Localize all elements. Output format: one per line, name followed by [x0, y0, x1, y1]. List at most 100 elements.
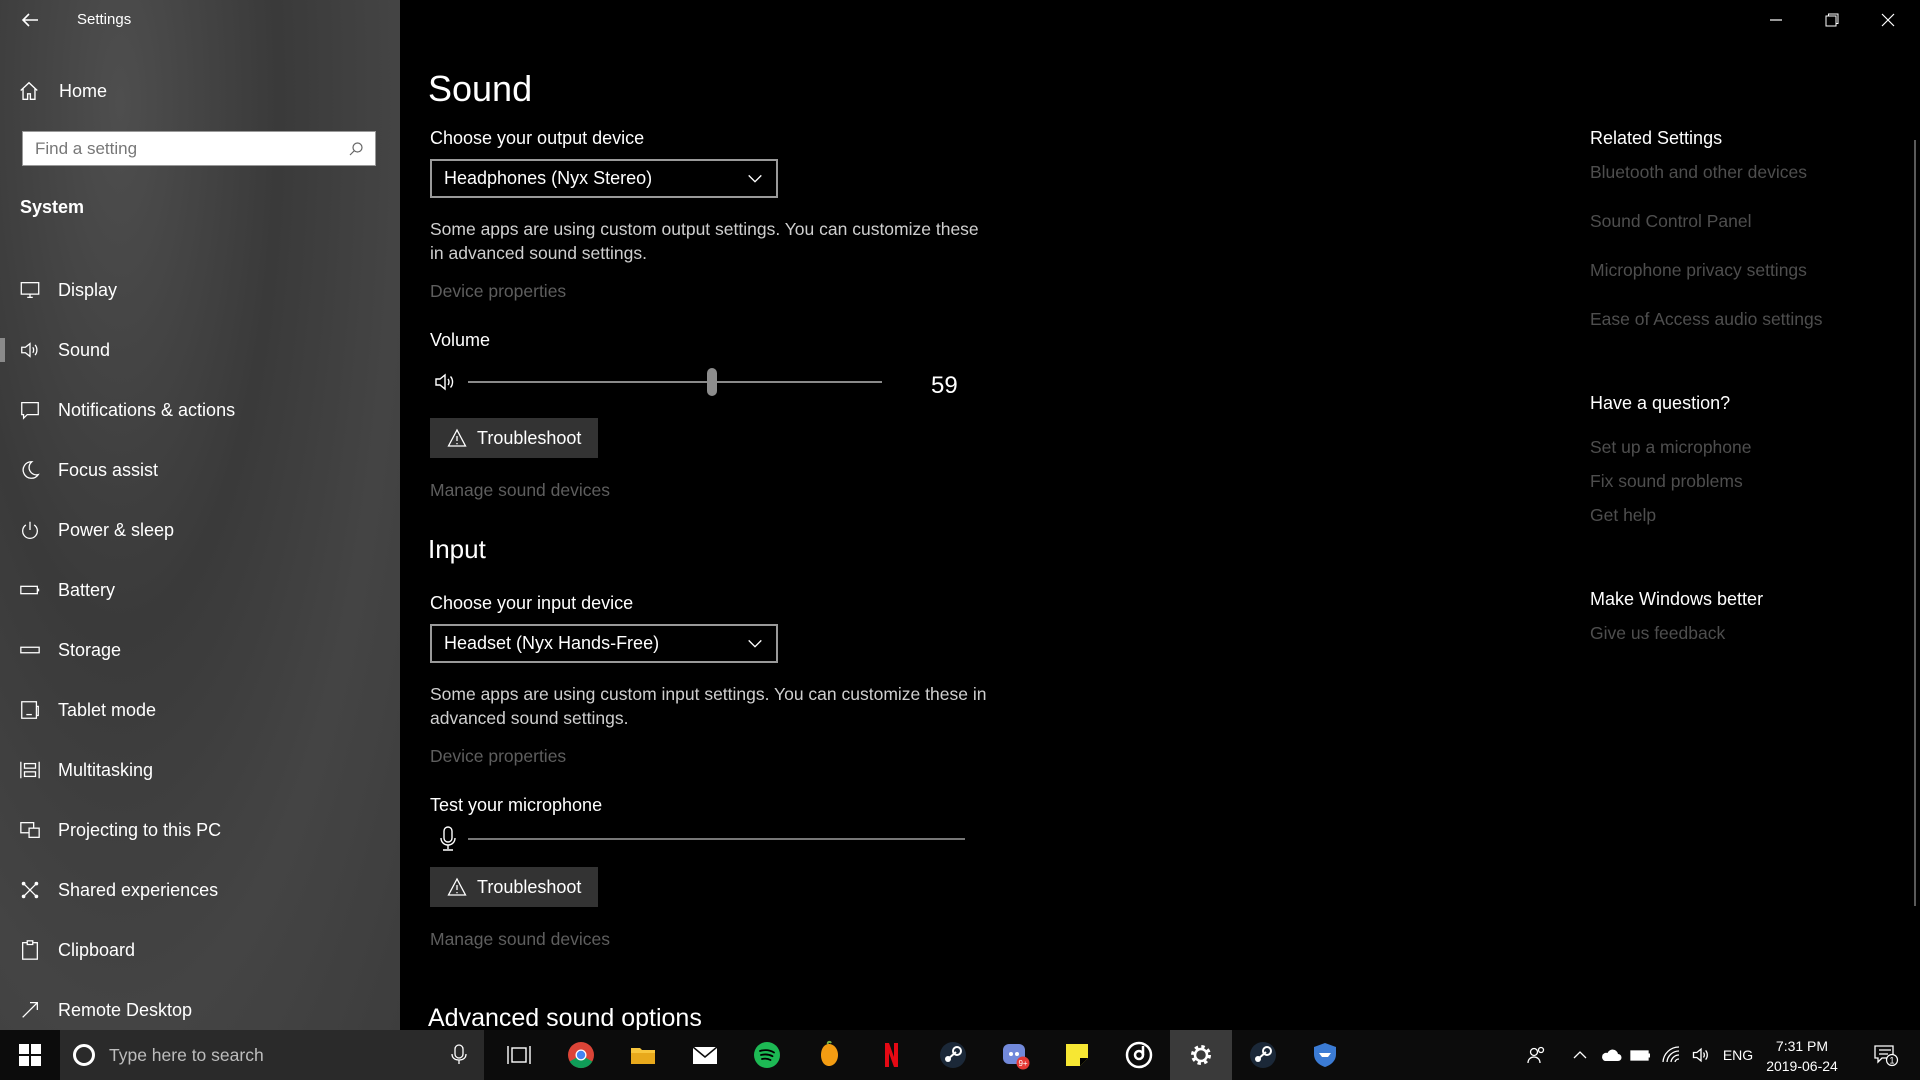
fl-studio-app[interactable]: [798, 1030, 860, 1080]
volume-speaker-icon[interactable]: [433, 370, 457, 394]
chrome-app[interactable]: [550, 1030, 612, 1080]
output-troubleshoot-button[interactable]: Troubleshoot: [430, 418, 598, 458]
sidebar-item-storage[interactable]: Storage: [0, 620, 400, 680]
clipboard-icon: [19, 939, 41, 961]
sidebar-item-label: Multitasking: [58, 759, 154, 780]
minimize-button[interactable]: [1748, 0, 1804, 40]
settings-app[interactable]: [1170, 1030, 1232, 1080]
chevron-up-icon: [1573, 1051, 1587, 1059]
sidebar-item-display[interactable]: Display: [0, 260, 400, 320]
input-language-indicator[interactable]: ENG: [1718, 1030, 1758, 1080]
people-button[interactable]: [1520, 1030, 1554, 1080]
clock[interactable]: 7:31 PM 2019-06-24: [1754, 1036, 1850, 1076]
feedback-link[interactable]: Give us feedback: [1590, 623, 1725, 644]
related-link-sound-control-panel[interactable]: Sound Control Panel: [1590, 211, 1752, 232]
microphone-icon[interactable]: [450, 1044, 468, 1066]
spotify-app[interactable]: [736, 1030, 798, 1080]
battery-tray[interactable]: [1627, 1030, 1655, 1080]
display-icon: [19, 279, 41, 301]
sidebar-item-focus-assist[interactable]: Focus assist: [0, 440, 400, 500]
find-setting-search[interactable]: [22, 131, 376, 166]
steam-app[interactable]: [922, 1030, 984, 1080]
sticky-notes-app[interactable]: [1046, 1030, 1108, 1080]
sidebar-nav: Display Sound Notifications & actions Fo…: [0, 260, 400, 1040]
output-description: Some apps are using custom output settin…: [430, 219, 979, 263]
back-button[interactable]: [18, 8, 42, 32]
sidebar-item-label: Focus assist: [58, 459, 159, 480]
volume-value: 59: [931, 372, 958, 399]
microphone-level-bar: [468, 838, 965, 840]
microphone-icon: [440, 826, 456, 851]
chevron-down-icon: [748, 639, 762, 648]
restore-button[interactable]: [1804, 0, 1860, 40]
output-manage-devices-link[interactable]: Manage sound devices: [430, 480, 610, 501]
close-button[interactable]: [1860, 0, 1916, 40]
steam-app-2[interactable]: [1232, 1030, 1294, 1080]
sidebar-item-sound[interactable]: Sound: [0, 320, 400, 380]
warning-icon: [447, 428, 467, 447]
sidebar-item-power-sleep[interactable]: Power & sleep: [0, 500, 400, 560]
shield-app[interactable]: [1294, 1030, 1356, 1080]
wifi-icon: [1662, 1046, 1680, 1063]
warning-icon: [447, 877, 467, 896]
window-title: Settings: [77, 11, 132, 28]
help-link-fix-sound[interactable]: Fix sound problems: [1590, 471, 1743, 492]
sidebar-item-battery[interactable]: Battery: [0, 560, 400, 620]
sidebar-item-label: Remote Desktop: [58, 999, 193, 1020]
file-explorer-app[interactable]: [612, 1030, 674, 1080]
start-button[interactable]: [0, 1030, 60, 1080]
netflix-app[interactable]: [860, 1030, 922, 1080]
input-troubleshoot-button[interactable]: Troubleshoot: [430, 867, 598, 907]
taskbar-search-placeholder: Type here to search: [109, 1044, 264, 1065]
task-view-button[interactable]: [488, 1030, 550, 1080]
show-hidden-icons-button[interactable]: [1567, 1030, 1593, 1080]
network-tray[interactable]: [1657, 1030, 1685, 1080]
search-icon: [349, 141, 363, 155]
input-device-properties-link[interactable]: Device properties: [430, 746, 566, 767]
sidebar-item-projecting[interactable]: Projecting to this PC: [0, 800, 400, 860]
tablet-icon: [19, 699, 41, 721]
battery-icon: [19, 579, 41, 601]
sidebar-item-clipboard[interactable]: Clipboard: [0, 920, 400, 980]
main-content: Sound Choose your output device Headphon…: [400, 0, 1920, 1032]
notification-count: 1: [1889, 1056, 1894, 1066]
search-input[interactable]: [23, 137, 347, 160]
cortana-icon: [73, 1044, 95, 1066]
sidebar-item-multitasking[interactable]: Multitasking: [0, 740, 400, 800]
mail-app[interactable]: [674, 1030, 736, 1080]
input-heading: Input: [428, 534, 486, 564]
onedrive-tray[interactable]: [1597, 1030, 1625, 1080]
groove-music-app[interactable]: [1108, 1030, 1170, 1080]
help-link-setup-microphone[interactable]: Set up a microphone: [1590, 437, 1752, 458]
discord-app[interactable]: 9+: [984, 1030, 1046, 1080]
home-link[interactable]: Home: [18, 79, 107, 103]
scrollbar[interactable]: [1914, 140, 1916, 906]
input-device-label: Choose your input device: [430, 593, 634, 613]
related-link-bluetooth[interactable]: Bluetooth and other devices: [1590, 162, 1807, 183]
netflix-icon: [885, 1043, 898, 1067]
volume-slider-track[interactable]: [468, 381, 882, 383]
test-microphone-label: Test your microphone: [430, 795, 603, 815]
shield-icon: [1314, 1043, 1336, 1067]
spotify-icon: [754, 1042, 780, 1068]
action-center-button[interactable]: 1: [1862, 1030, 1910, 1080]
storage-icon: [19, 639, 41, 661]
taskbar-search-box[interactable]: Type here to search: [60, 1030, 484, 1080]
input-manage-devices-link[interactable]: Manage sound devices: [430, 929, 610, 950]
taskbar: Type here to search 9+ ENG 7:31 PM 2019-…: [0, 1030, 1920, 1080]
volume-slider-thumb[interactable]: [707, 368, 718, 396]
help-link-get-help[interactable]: Get help: [1590, 505, 1656, 526]
groove-music-icon: [1125, 1041, 1153, 1069]
sidebar-item-notifications[interactable]: Notifications & actions: [0, 380, 400, 440]
sidebar-item-tablet-mode[interactable]: Tablet mode: [0, 680, 400, 740]
notification-icon: [19, 399, 41, 421]
related-link-ease-of-access-audio[interactable]: Ease of Access audio settings: [1590, 309, 1823, 330]
volume-tray[interactable]: [1687, 1030, 1715, 1080]
input-description: Some apps are using custom input setting…: [430, 684, 987, 728]
related-link-microphone-privacy[interactable]: Microphone privacy settings: [1590, 260, 1807, 281]
output-device-dropdown[interactable]: Headphones (Nyx Stereo): [430, 159, 778, 198]
sidebar-item-label: Tablet mode: [58, 699, 157, 720]
output-device-properties-link[interactable]: Device properties: [430, 281, 566, 302]
sidebar-item-shared-experiences[interactable]: Shared experiences: [0, 860, 400, 920]
input-device-dropdown[interactable]: Headset (Nyx Hands-Free): [430, 624, 778, 663]
